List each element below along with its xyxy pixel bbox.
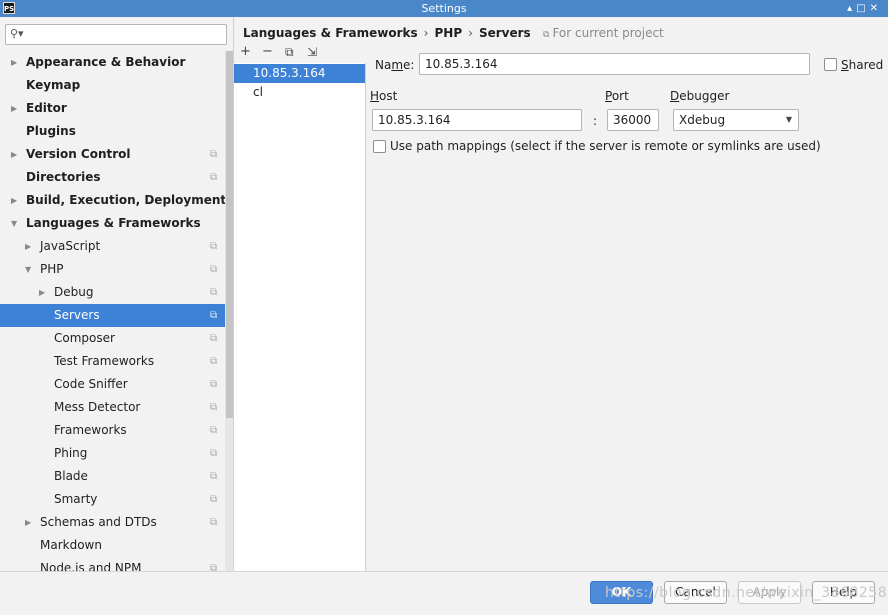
breadcrumb: Languages & Frameworks › PHP › Servers: [243, 25, 531, 41]
server-item[interactable]: 10.85.3.164: [234, 64, 365, 83]
project-scope-icon: ⧉: [210, 563, 218, 571]
shared-checkbox[interactable]: [824, 58, 837, 71]
expand-arrow-icon[interactable]: ▶: [25, 511, 31, 534]
breadcrumb-languages-frameworks: Languages & Frameworks: [243, 26, 418, 40]
tree-item-version-control[interactable]: ▶ Version Control ⧉: [0, 143, 225, 166]
tree-item-plugins[interactable]: Plugins: [0, 120, 225, 143]
project-scope-icon: ⧉: [210, 333, 218, 344]
project-scope-icon: ⧉: [210, 448, 218, 459]
port-input[interactable]: 36000: [607, 109, 659, 131]
project-scope-icon: ⧉: [543, 30, 550, 40]
maximize-up-icon[interactable]: ▴: [847, 3, 856, 14]
expand-arrow-icon[interactable]: ▶: [11, 97, 17, 120]
host-port-colon: :: [593, 114, 598, 128]
tree-item-keymap[interactable]: Keymap: [0, 74, 225, 97]
project-scope-icon: ⧉: [210, 402, 218, 413]
title-bar: PS Settings ▴□✕: [0, 0, 888, 17]
tree-item-code-sniffer[interactable]: Code Sniffer ⧉: [0, 373, 225, 396]
collapse-arrow-icon[interactable]: ▼: [11, 212, 17, 235]
server-item[interactable]: cl: [234, 83, 365, 102]
tree-item-directories[interactable]: Directories ⧉: [0, 166, 225, 189]
tree-item-editor[interactable]: ▶ Editor: [0, 97, 225, 120]
debugger-select[interactable]: Xdebug ▼: [673, 109, 799, 131]
host-input[interactable]: 10.85.3.164: [372, 109, 582, 131]
tree-item-markdown[interactable]: Markdown: [0, 534, 225, 557]
expand-arrow-icon[interactable]: ▶: [11, 51, 17, 74]
use-path-mappings-checkbox[interactable]: [373, 140, 386, 153]
project-scope-icon: ⧉: [210, 356, 218, 367]
expand-arrow-icon[interactable]: ▶: [39, 281, 45, 304]
host-label: Host: [370, 89, 398, 103]
port-label: Port: [605, 89, 629, 103]
tree-item-composer[interactable]: Composer ⧉: [0, 327, 225, 350]
scrollbar-thumb[interactable]: [226, 51, 233, 418]
tree-item-languages-frameworks[interactable]: ▼ Languages & Frameworks: [0, 212, 225, 235]
tree-item-frameworks[interactable]: Frameworks ⧉: [0, 419, 225, 442]
settings-tree: ▶ Appearance & Behavior Keymap ▶ Editor Pl…: [0, 51, 226, 571]
tree-item-blade[interactable]: Blade ⧉: [0, 465, 225, 488]
project-scope-icon: ⧉: [210, 471, 218, 482]
tree-item-test-frameworks[interactable]: Test Frameworks ⧉: [0, 350, 225, 373]
project-scope-icon: ⧉: [210, 264, 218, 275]
project-scope-icon: ⧉: [210, 517, 218, 528]
project-scope-icon: ⧉: [210, 287, 218, 298]
window-controls: ▴□✕: [847, 1, 882, 16]
tree-item-appearance-behavior[interactable]: ▶ Appearance & Behavior: [0, 51, 225, 74]
project-scope-icon: ⧉: [210, 241, 218, 252]
tree-item-nodejs-and-npm[interactable]: Node.js and NPM ⧉: [0, 557, 225, 571]
project-scope-icon: ⧉: [210, 149, 218, 160]
close-icon[interactable]: ✕: [870, 3, 882, 14]
tree-item-build-execution-deployment[interactable]: ▶ Build, Execution, Deployment: [0, 189, 226, 212]
settings-sidebar: ⚲▾ ▶ Appearance & Behavior Keymap ▶ Editor…: [0, 17, 234, 571]
window-title: Settings: [421, 2, 467, 15]
restore-icon[interactable]: □: [856, 3, 869, 14]
project-scope-icon: ⧉: [210, 494, 218, 505]
for-current-project-note: ⧉ For current project: [543, 26, 664, 40]
dropdown-arrow-icon: ▼: [785, 115, 792, 124]
name-label: Name:: [375, 58, 415, 72]
tree-item-mess-detector[interactable]: Mess Detector ⧉: [0, 396, 225, 419]
search-icon: ⚲▾: [10, 27, 24, 40]
breadcrumb-separator: ›: [423, 26, 429, 40]
tree-item-smarty[interactable]: Smarty ⧉: [0, 488, 225, 511]
project-scope-icon: ⧉: [210, 379, 218, 390]
tree-item-schemas-and-dtds[interactable]: ▶ Schemas and DTDs ⧉: [0, 511, 225, 534]
tree-item-servers[interactable]: Servers ⧉: [0, 304, 225, 327]
project-scope-icon: ⧉: [210, 172, 218, 183]
shared-label: Shared: [841, 58, 884, 72]
import-icon[interactable]: ⇲: [307, 44, 317, 60]
server-list-toolbar: + − ⧉ ⇲: [234, 42, 366, 63]
sidebar-scrollbar[interactable]: [225, 51, 233, 571]
expand-arrow-icon[interactable]: ▶: [25, 235, 31, 258]
watermark: https://blog.csdn.net/weixin_38682580: [605, 585, 888, 601]
settings-search-input[interactable]: ⚲▾: [5, 24, 227, 45]
tree-item-debug[interactable]: ▶ Debug ⧉: [0, 281, 225, 304]
server-list-panel: + − ⧉ ⇲ 10.85.3.164 cl: [234, 42, 366, 571]
tree-item-javascript[interactable]: ▶ JavaScript ⧉: [0, 235, 225, 258]
breadcrumb-php: PHP: [434, 26, 463, 40]
remove-icon[interactable]: −: [262, 44, 273, 60]
collapse-arrow-icon[interactable]: ▼: [25, 258, 31, 281]
breadcrumb-servers: Servers: [478, 26, 531, 40]
name-input[interactable]: 10.85.3.164: [419, 53, 810, 75]
add-icon[interactable]: +: [240, 44, 251, 60]
project-scope-icon: ⧉: [210, 310, 218, 321]
server-config-form: Name: 10.85.3.164 Shared Host Port Debug…: [367, 42, 888, 571]
project-scope-icon: ⧉: [210, 425, 218, 436]
copy-icon[interactable]: ⧉: [285, 44, 294, 60]
breadcrumb-separator: ›: [468, 26, 473, 40]
tree-item-php[interactable]: ▼ PHP ⧉: [0, 258, 225, 281]
expand-arrow-icon[interactable]: ▶: [11, 189, 17, 212]
debugger-label: Debugger: [670, 89, 730, 103]
expand-arrow-icon[interactable]: ▶: [11, 143, 17, 166]
tree-item-phing[interactable]: Phing ⧉: [0, 442, 225, 465]
use-path-mappings-label: Use path mappings (select if the server …: [390, 139, 821, 153]
